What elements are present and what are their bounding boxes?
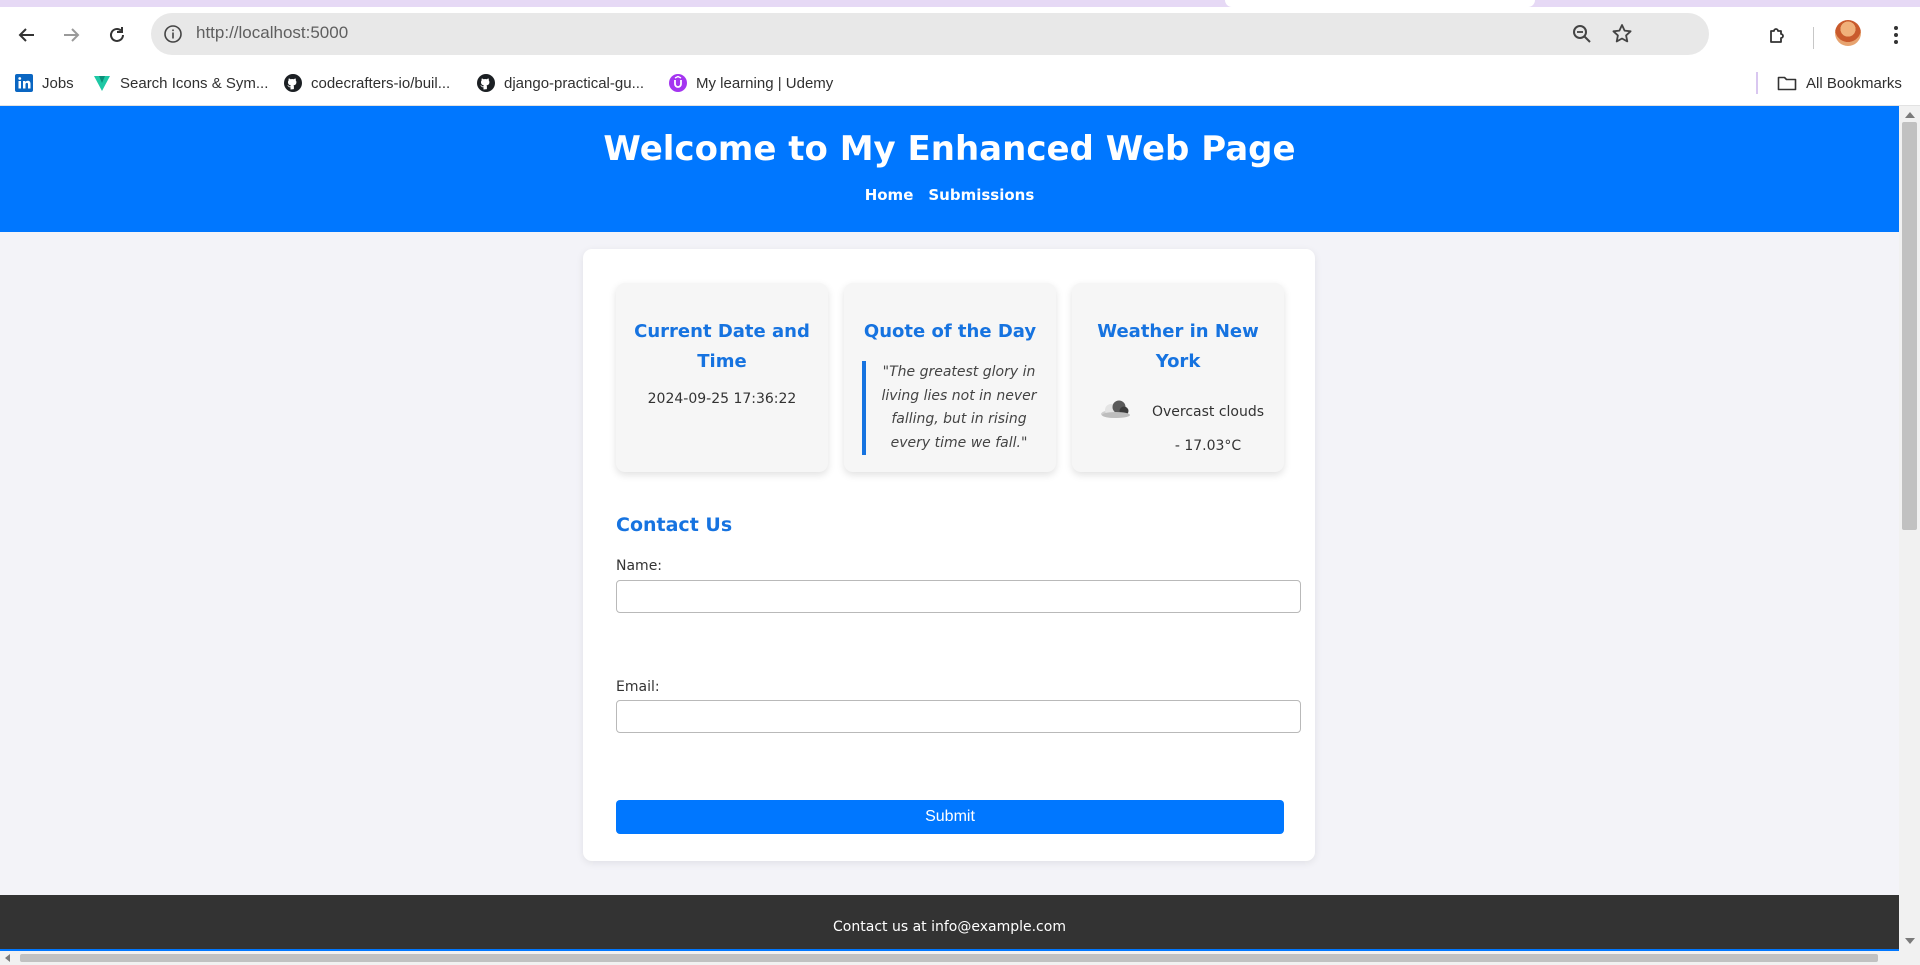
bookmark-codecrafters[interactable]: codecrafters-io/buil...: [284, 71, 450, 95]
all-bookmarks-label: All Bookmarks: [1806, 74, 1902, 92]
scroll-up-icon[interactable]: [1905, 112, 1915, 118]
active-tab[interactable]: [1225, 0, 1535, 7]
scroll-left-icon[interactable]: [5, 954, 10, 962]
quote-card-title: Quote of the Day: [863, 321, 1037, 342]
all-bookmarks-button[interactable]: All Bookmarks: [1777, 71, 1902, 95]
email-input[interactable]: [616, 700, 1301, 733]
zoom-icon[interactable]: [1570, 22, 1594, 46]
horizontal-scrollbar[interactable]: [0, 951, 1920, 965]
submit-button[interactable]: Submit: [616, 800, 1284, 834]
site-footer: Contact us at info@example.com: [0, 895, 1899, 951]
kebab-menu-icon[interactable]: [1884, 23, 1908, 47]
name-label: Name:: [616, 558, 663, 574]
bookmark-django-guide[interactable]: django-practical-gu...: [477, 71, 644, 95]
udemy-icon: [669, 74, 687, 92]
github-icon: [284, 74, 302, 92]
linkedin-icon: [15, 74, 33, 92]
page-viewport: Welcome to My Enhanced Web Page Home Sub…: [0, 106, 1899, 951]
name-input[interactable]: [616, 580, 1301, 613]
url-text[interactable]: http://localhost:5000: [196, 23, 348, 43]
horizontal-scroll-thumb[interactable]: [20, 954, 1878, 962]
weather-description: Overcast clouds - 17.03°C: [1151, 404, 1265, 454]
vertical-scroll-thumb[interactable]: [1902, 122, 1917, 530]
bookmark-udemy[interactable]: My learning | Udemy: [669, 71, 833, 95]
reload-icon: [110, 27, 124, 42]
main-container: Current Date and Time 2024-09-25 17:36:2…: [583, 249, 1315, 861]
bookmark-label: My learning | Udemy: [696, 74, 834, 92]
bookmarks-bar: Jobs Search Icons & Sym... codecrafters-…: [0, 61, 1920, 106]
nav-home-link[interactable]: Home: [865, 186, 914, 204]
bookmark-label: Search Icons & Sym...: [120, 74, 269, 92]
arrow-right-icon: [64, 28, 80, 42]
cloud-icon: [1098, 395, 1134, 423]
weather-row: Overcast clouds - 17.03°C: [1098, 395, 1268, 463]
page-title: Welcome to My Enhanced Web Page: [603, 129, 1296, 169]
forward-button[interactable]: [53, 17, 89, 53]
bookmark-label: codecrafters-io/buil...: [311, 74, 451, 92]
toolbar-divider: [1813, 27, 1814, 49]
bookmarks-divider: [1756, 72, 1758, 94]
bookmark-label: django-practical-gu...: [504, 74, 645, 92]
tab-strip: [0, 0, 1920, 7]
arrow-left-icon: [18, 28, 34, 42]
back-button[interactable]: [9, 17, 45, 53]
site-info-icon[interactable]: [161, 22, 185, 46]
datetime-card: Current Date and Time 2024-09-25 17:36:2…: [616, 283, 828, 472]
scroll-down-icon[interactable]: [1905, 938, 1915, 944]
profile-avatar[interactable]: [1835, 20, 1861, 46]
bookmark-label: Jobs: [42, 74, 74, 92]
extensions-icon[interactable]: [1766, 23, 1790, 47]
weather-card: Weather in New York Overcast clouds - 17…: [1072, 283, 1284, 472]
nav-submissions-link[interactable]: Submissions: [928, 186, 1034, 204]
quote-card: Quote of the Day "The greatest glory in …: [844, 283, 1056, 472]
contact-title: Contact Us: [616, 514, 733, 536]
address-bar[interactable]: http://localhost:5000: [151, 13, 1709, 55]
email-label: Email:: [616, 679, 660, 695]
weather-card-title: Weather in New York: [1097, 321, 1259, 372]
quote-text: "The greatest glory in living lies not i…: [862, 361, 1044, 455]
bookmark-star-icon[interactable]: [1610, 22, 1634, 46]
site-header: Welcome to My Enhanced Web Page Home Sub…: [0, 106, 1899, 232]
vuetify-icon: [93, 74, 111, 92]
vertical-scrollbar[interactable]: [1899, 106, 1920, 951]
site-nav: Home Submissions: [0, 186, 1899, 204]
datetime-card-title: Current Date and Time: [634, 321, 810, 372]
reload-button[interactable]: [99, 17, 135, 53]
github-icon: [477, 74, 495, 92]
bookmark-search-icons[interactable]: Search Icons & Sym...: [93, 71, 268, 95]
folder-icon: [1777, 74, 1797, 92]
footer-contact-text: Contact us at info@example.com: [833, 919, 1066, 935]
browser-toolbar: http://localhost:5000: [0, 7, 1920, 61]
datetime-value: 2024-09-25 17:36:22: [647, 391, 797, 407]
bookmark-jobs[interactable]: Jobs: [15, 71, 74, 95]
